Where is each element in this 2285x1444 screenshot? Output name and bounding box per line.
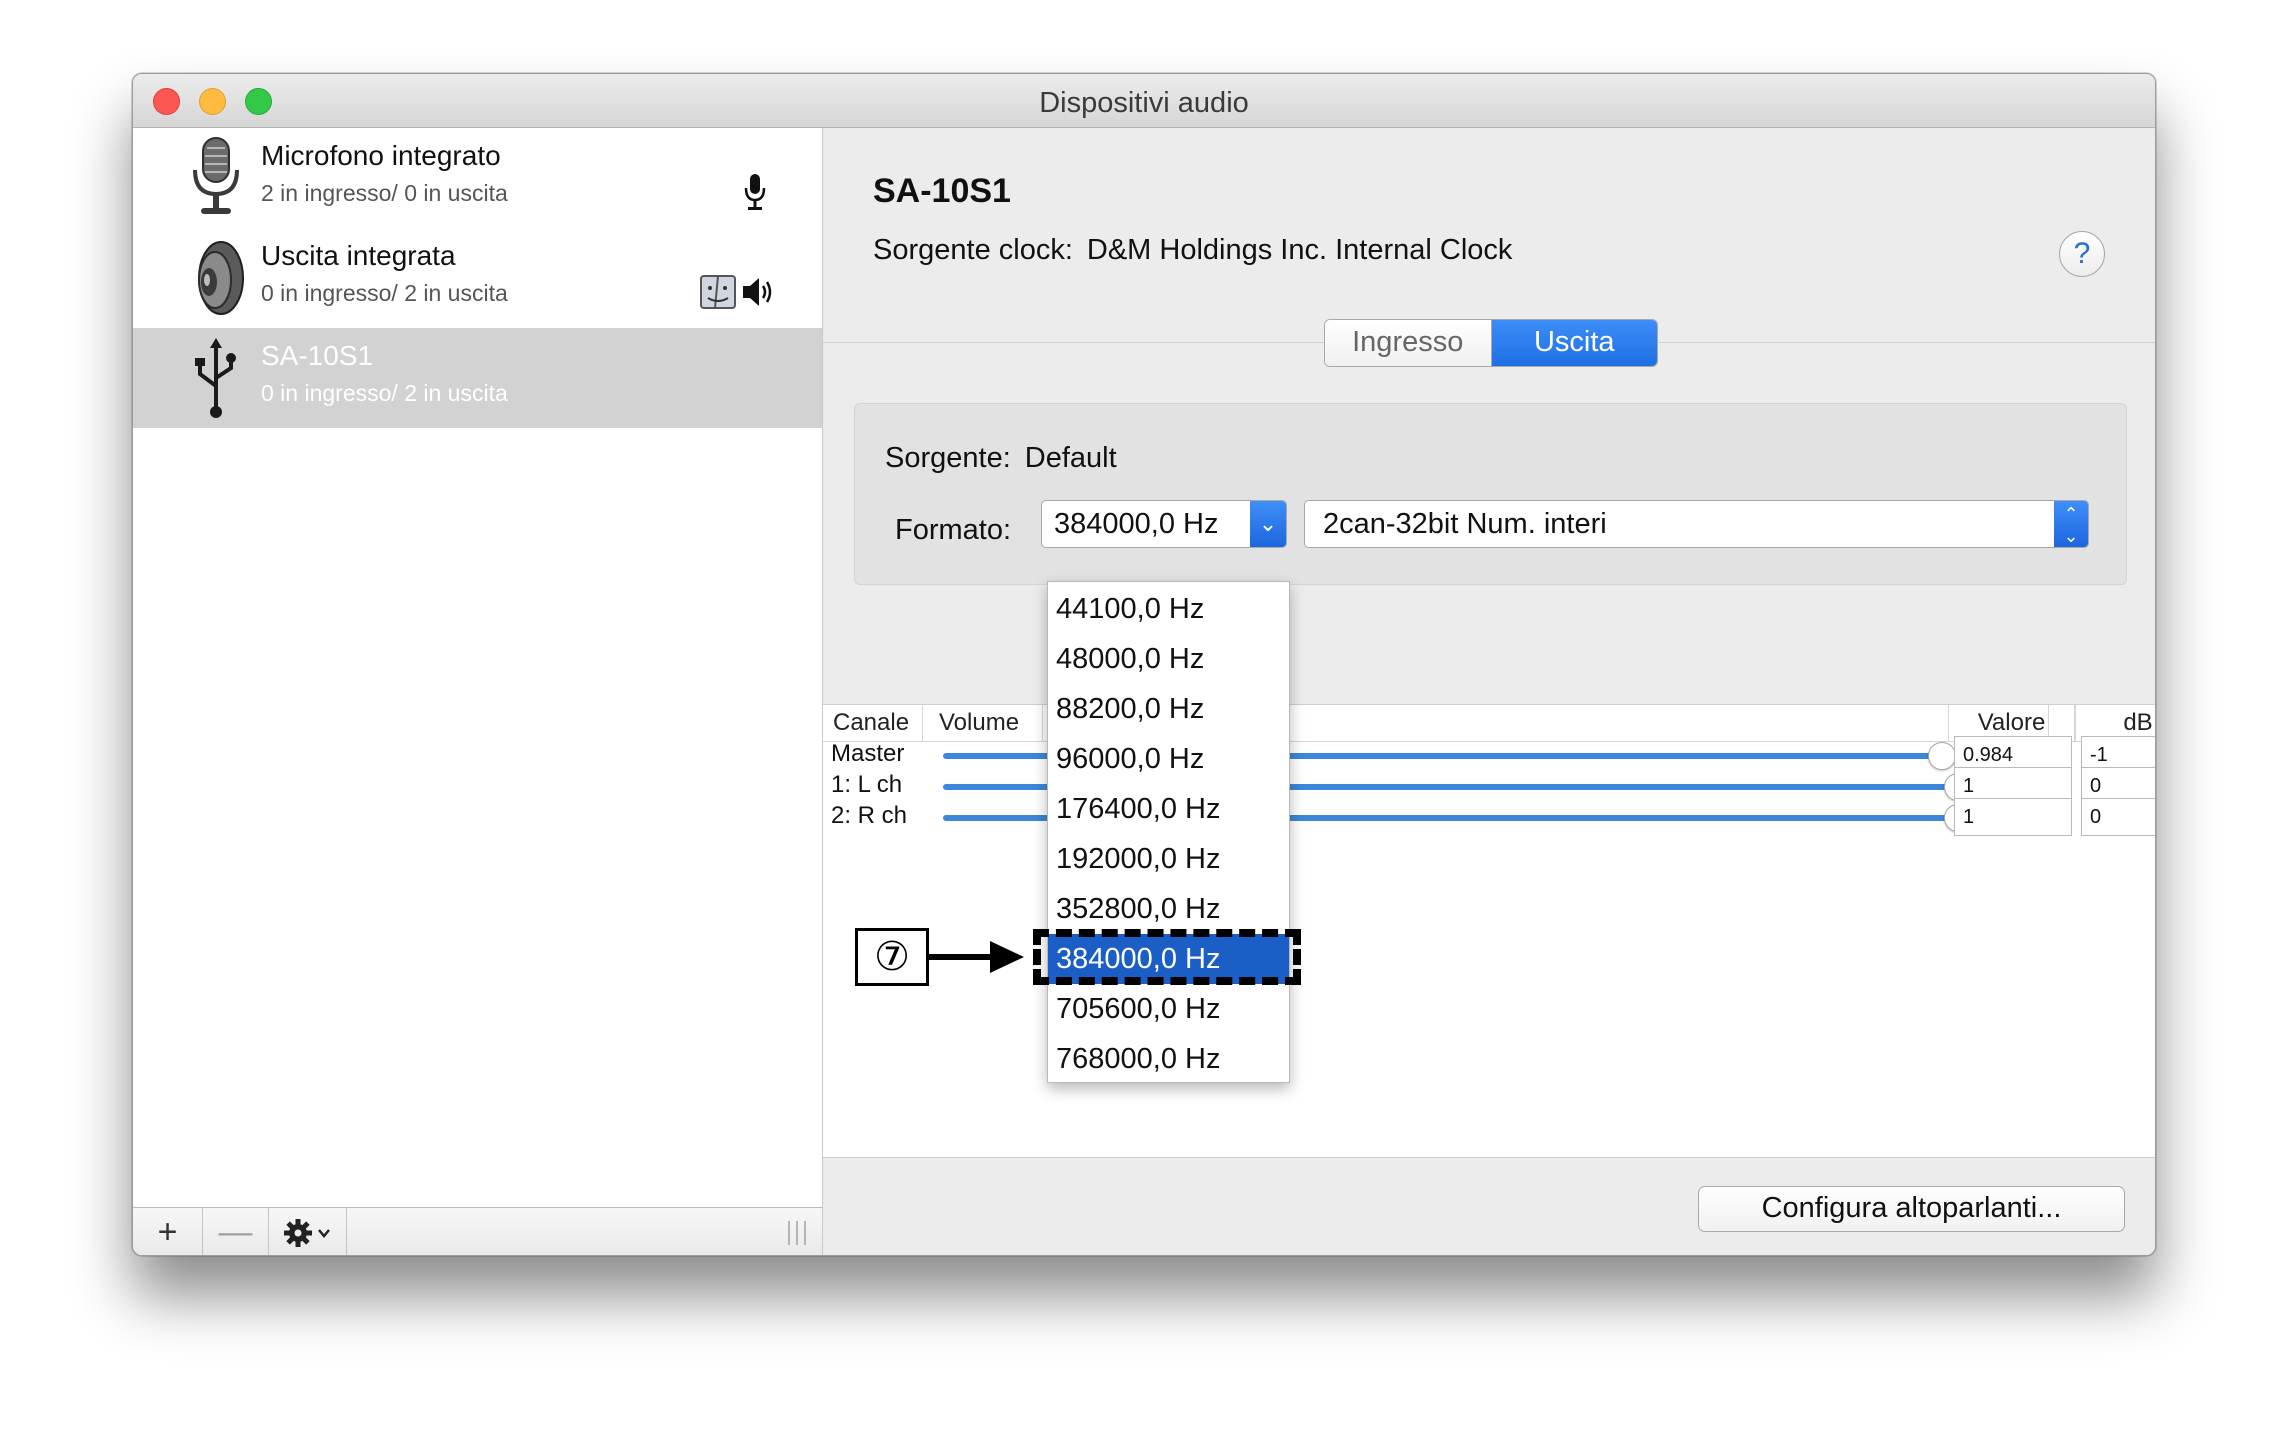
sample-rate-option[interactable]: 705600,0 Hz (1048, 984, 1289, 1034)
tab-input[interactable]: Ingresso (1325, 320, 1492, 366)
device-title: SA-10S1 (873, 172, 1011, 210)
resize-grip[interactable] (788, 1221, 806, 1245)
sample-rate-value: 384000,0 Hz (1054, 508, 1219, 540)
channel-label: Master (831, 740, 905, 767)
sample-rate-option[interactable]: 44100,0 Hz (1048, 584, 1289, 634)
device-item-built-in-microphone[interactable]: Microfono integrato 2 in ingresso/ 0 in … (133, 128, 822, 228)
bit-format-value: 2can-32bit Num. interi (1323, 508, 1607, 540)
bit-format-select[interactable]: 2can-32bit Num. interi ⌃ ⌄ (1304, 500, 2089, 548)
sample-rate-option[interactable]: 88200,0 Hz (1048, 684, 1289, 734)
source-value: Default (1024, 442, 1117, 474)
speaker-icon (198, 241, 244, 315)
device-name: Microfono integrato (261, 140, 501, 171)
gear-icon (283, 1219, 330, 1247)
sample-rate-option[interactable]: 192000,0 Hz (1048, 834, 1289, 884)
sample-rate-dropdown: 44100,0 Hz 48000,0 Hz 88200,0 Hz 96000,0 Hz… (1047, 581, 1290, 1083)
bottom-bar: Configura altoparlanti... (823, 1157, 2155, 1255)
source-label: Sorgente: (885, 442, 1011, 474)
sample-rate-option[interactable]: 352800,0 Hz (1048, 884, 1289, 934)
column-header-channel[interactable]: Canale (823, 705, 923, 741)
device-detail-pane: SA-10S1 Sorgente clock: D&M Holdings Inc.… (823, 128, 2155, 1255)
device-item-sa-10s1[interactable]: SA-10S1 0 in ingresso/ 2 in uscita (133, 328, 822, 428)
slider-knob[interactable] (1928, 742, 1956, 770)
tab-output[interactable]: Uscita (1491, 320, 1657, 366)
configure-speakers-button[interactable]: Configura altoparlanti... (1698, 1186, 2125, 1232)
callout-arrow-head (990, 941, 1024, 973)
usb-icon (195, 338, 236, 418)
microphone-icon (193, 137, 239, 214)
sample-rate-option[interactable]: 768000,0 Hz (1048, 1034, 1289, 1084)
callout-arrow-line (929, 954, 993, 960)
channel-label: 2: R ch (831, 802, 908, 829)
format-settings-box: Sorgente: Default Formato: 384000,0 Hz ⌄ … (854, 403, 2127, 585)
highlight-frame (1033, 929, 1301, 985)
mic-badge-icon (744, 174, 766, 210)
column-header-volume[interactable]: Volume (923, 705, 1043, 741)
clock-source-value: D&M Holdings Inc. Internal Clock (1086, 234, 1513, 266)
device-io-count: 0 in ingresso/ 2 in uscita (261, 280, 508, 306)
device-io-count: 2 in ingresso/ 0 in uscita (261, 180, 508, 206)
add-device-button[interactable]: + (133, 1208, 203, 1255)
finder-badge-icon (700, 275, 736, 309)
sample-rate-option[interactable]: 48000,0 Hz (1048, 634, 1289, 684)
step-callout: ⑦ (855, 928, 929, 986)
device-io-count: 0 in ingresso/ 2 in uscita (261, 380, 508, 406)
remove-device-button[interactable]: — (203, 1208, 269, 1255)
sample-rate-option[interactable]: 96000,0 Hz (1048, 734, 1289, 784)
clock-source-label: Sorgente clock: (873, 234, 1073, 266)
channel-label: 1: L ch (831, 771, 903, 798)
sidebar-toolbar: + — (133, 1207, 822, 1255)
format-label: Formato: (895, 514, 1012, 546)
device-list: Microfono integrato 2 in ingresso/ 0 in … (133, 128, 823, 1255)
device-name: SA-10S1 (261, 340, 374, 371)
channel-value-field[interactable]: 1 (1954, 798, 2072, 836)
clock-source-row: Sorgente clock: D&M Holdings Inc. Interna… (873, 234, 1512, 267)
title-bar[interactable]: Dispositivi audio (133, 74, 2155, 128)
window-title: Dispositivi audio (1039, 87, 1249, 119)
source-row: Sorgente: Default (885, 442, 1117, 475)
chevron-down-icon: ⌄ (1250, 501, 1286, 547)
volume-badge-icon (743, 278, 772, 306)
sample-rate-option[interactable]: 176400,0 Hz (1048, 784, 1289, 834)
device-item-built-in-output[interactable]: Uscita integrata 0 in ingresso/ 2 in usc… (133, 228, 822, 328)
channel-db-field[interactable]: 0 (2081, 798, 2155, 836)
sample-rate-select[interactable]: 384000,0 Hz ⌄ (1041, 500, 1287, 548)
device-name: Uscita integrata (261, 240, 456, 271)
settings-menu-button[interactable] (269, 1208, 347, 1255)
io-tab-control: Ingresso Uscita (1324, 319, 1658, 367)
help-button[interactable]: ? (2059, 231, 2105, 277)
updown-arrows-icon: ⌃ ⌄ (2054, 501, 2088, 547)
